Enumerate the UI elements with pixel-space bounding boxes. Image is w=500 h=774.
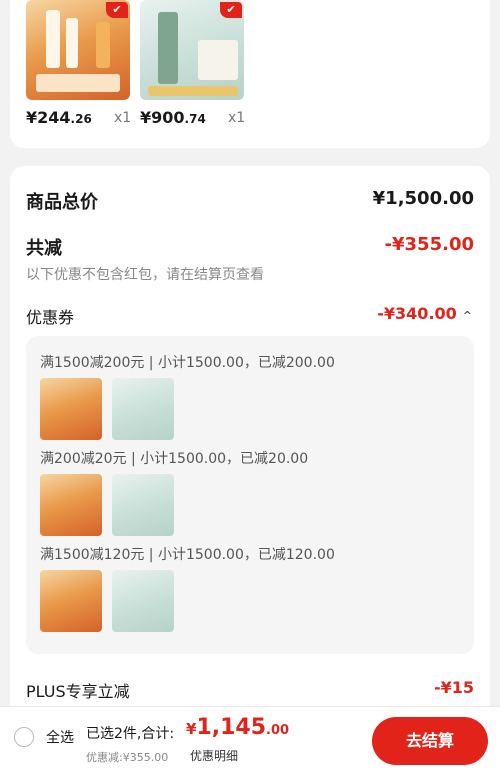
product-mini-thumb xyxy=(40,474,102,536)
chevron-up-icon: ^ xyxy=(462,309,472,322)
coupon-rule-3: 满1500减120元 | 小计1500.00，已减120.00 xyxy=(40,547,335,563)
coupon-label: 优惠券 xyxy=(26,308,75,327)
checkout-button[interactable]: 去结算 xyxy=(372,717,488,765)
product-mini-thumb xyxy=(40,378,102,440)
coupon-detail-box: 满1500减200元 | 小计1500.00，已减200.00 满200减20元… xyxy=(26,336,474,654)
coupon-rule-2: 满200减20元 | 小计1500.00，已减20.00 xyxy=(40,451,309,467)
coupon-rule-1: 满1500减200元 | 小计1500.00，已减200.00 xyxy=(40,355,335,371)
product-mini-thumb xyxy=(112,474,174,536)
product-image-2[interactable]: ✔ xyxy=(140,0,244,100)
selected-count-text: 已选2件,合计: xyxy=(86,726,175,742)
coupon-toggle[interactable]: -¥340.00 ^ xyxy=(377,304,472,323)
select-all-label[interactable]: 全选 xyxy=(46,727,74,747)
price-decimal: .26 xyxy=(70,112,92,126)
discount-note: 以下优惠不包含红包，请在结算页查看 xyxy=(26,267,264,283)
total-value: ¥1,500.00 xyxy=(372,188,474,209)
product-qty-2: x1 xyxy=(228,110,246,126)
price-integer: ¥900 xyxy=(140,108,185,127)
product-price-1: ¥244.26 xyxy=(26,108,92,127)
bottle-shape xyxy=(96,22,110,68)
product-image-1[interactable]: ✔ xyxy=(26,0,130,100)
discount-detail-link[interactable]: 优惠明细 xyxy=(190,747,238,764)
product-price-2: ¥900.74 xyxy=(140,108,206,127)
gift-strip xyxy=(36,74,120,92)
total-label: 商品总价 xyxy=(26,192,98,213)
reduce-value: -¥355.00 xyxy=(384,234,474,255)
product-mini-thumb xyxy=(112,570,174,632)
gift-box xyxy=(198,40,238,80)
plus-discount-label: PLUS专享立减 xyxy=(26,682,130,701)
price-integer: ¥244 xyxy=(26,108,71,127)
currency-symbol: ¥ xyxy=(186,720,197,738)
product-card: ✔ ✔ ¥244.26 x1 ¥900.74 x1 xyxy=(10,0,490,148)
total-decimal: .00 xyxy=(266,723,290,738)
product-mini-thumb xyxy=(112,378,174,440)
bottle-shape xyxy=(66,18,78,68)
bottle-shape xyxy=(46,10,60,68)
product-mini-thumb xyxy=(40,570,102,632)
grand-total: ¥1,145.00 xyxy=(186,715,289,740)
plus-discount-value: -¥15 xyxy=(433,678,474,697)
price-decimal: .74 xyxy=(184,112,206,126)
selected-check-icon: ✔ xyxy=(220,2,242,18)
product-qty-1: x1 xyxy=(114,110,132,126)
gift-strip xyxy=(148,86,238,96)
selected-check-icon: ✔ xyxy=(106,2,128,18)
total-integer: 1,145 xyxy=(196,715,267,740)
reduce-label: 共减 xyxy=(26,238,62,259)
price-summary-card: 商品总价 ¥1,500.00 共减 -¥355.00 以下优惠不包含红包，请在结… xyxy=(10,166,490,726)
discount-subtext: 优惠减:¥355.00 xyxy=(86,751,169,764)
checkout-bar: 全选 已选2件,合计: ¥1,145.00 优惠减:¥355.00 优惠明细 去… xyxy=(0,706,500,774)
coupon-value: -¥340.00 xyxy=(377,304,457,323)
select-all-checkbox[interactable] xyxy=(14,727,34,747)
bottle-shape xyxy=(158,12,178,84)
